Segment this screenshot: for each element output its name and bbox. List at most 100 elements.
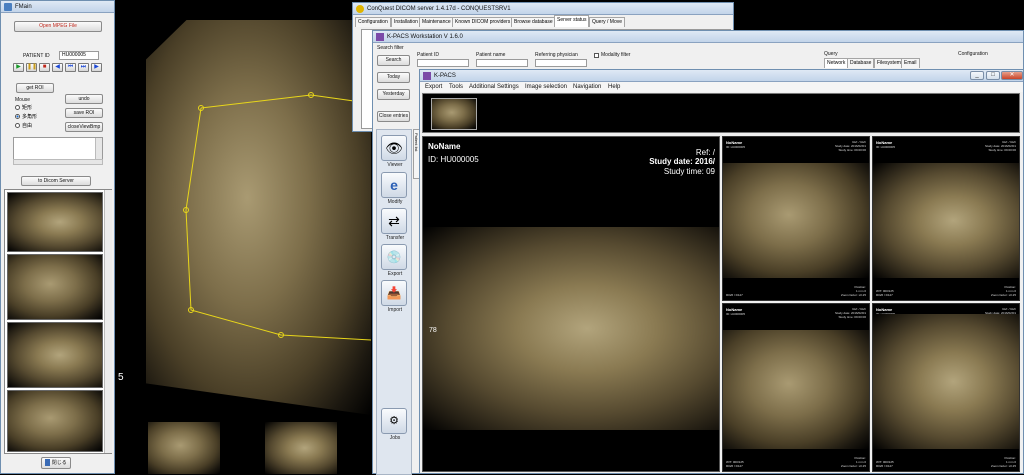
get-roi-button[interactable]: get ROI <box>16 83 54 93</box>
tab-query-move[interactable]: Query / Move <box>589 17 626 27</box>
mouse-option-rect-label: 矩形 <box>22 105 33 111</box>
tile-3-frame: R026 / D127 <box>726 464 743 468</box>
kpacs-menubar: Export Tools Additional Settings Image s… <box>420 82 1023 92</box>
tab-installation[interactable]: Installation <box>391 17 421 27</box>
thumbnail-1[interactable] <box>7 192 103 252</box>
close-view-button[interactable]: closeViewBmp <box>65 122 103 132</box>
kpacs-app-icon <box>423 72 431 80</box>
fmain-app-icon <box>4 3 12 11</box>
tab-configuration[interactable]: Configuration <box>355 17 391 27</box>
menu-additional-settings[interactable]: Additional Settings <box>469 82 519 92</box>
viewer-study-time: Study time: 09 <box>663 167 715 176</box>
viewer-patient-name: NoName <box>428 142 461 151</box>
tile-4-footer-left: W/T: 000/125 R026 / D127 <box>876 460 894 468</box>
bottom-frame-1 <box>148 422 220 474</box>
main-viewer-panel[interactable]: NoName ID: HU000005 Ref: / Study date: 2… <box>422 136 720 472</box>
pause-icon[interactable]: ❚❚ <box>26 63 37 72</box>
conquest-app-icon <box>356 5 364 13</box>
query-tab-filesystem[interactable]: Filesystem <box>874 58 904 68</box>
patient-name-label: Patient name <box>476 52 506 58</box>
search-button[interactable]: Search <box>377 55 410 66</box>
menu-help[interactable]: Help <box>608 82 620 92</box>
tile-2-footer-left: W/T: 000/125 R026 / D127 <box>876 289 894 297</box>
last-icon[interactable]: ⏭ <box>78 63 89 72</box>
mouse-option-polygon[interactable]: 多角形 <box>15 113 37 120</box>
referring-physician-field[interactable] <box>535 59 587 67</box>
close-app-button[interactable]: 閉じる <box>41 457 71 469</box>
query-label: Query <box>824 51 838 57</box>
tile-2-frame: R026 / D127 <box>876 293 893 297</box>
thumbnail-scrollbar[interactable] <box>104 190 112 453</box>
search-filter-label: Search filter <box>377 45 404 51</box>
transfer-label: Transfer <box>385 235 405 241</box>
first-icon[interactable]: ⏮ <box>65 63 76 72</box>
mouse-option-rect[interactable]: 矩形 <box>15 104 32 111</box>
h-scrollbar[interactable] <box>13 159 103 165</box>
save-roi-button[interactable]: save ROI <box>65 108 103 118</box>
patient-id-search-field[interactable] <box>417 59 469 67</box>
stop-icon[interactable]: ■ <box>39 63 50 72</box>
tab-browse-database[interactable]: Browse database <box>511 17 556 27</box>
fmain-window: FMain Open MPEG File PATIENT ID HU000005… <box>0 0 115 474</box>
tile-3-zoom: Zoom factor: x0.25 <box>840 464 866 468</box>
modify-icon[interactable]: e <box>381 172 407 198</box>
jobs-icon[interactable]: ⚙ <box>381 408 407 434</box>
transfer-icon[interactable]: ⇄ <box>381 208 407 234</box>
play-icon[interactable]: ▶ <box>13 63 24 72</box>
menu-tools[interactable]: Tools <box>449 82 463 92</box>
configuration-label: Configuration <box>958 51 988 57</box>
menu-navigation[interactable]: Navigation <box>573 82 601 92</box>
workstation-sidebar: 👁 Viewer e Modify ⇄ Transfer 💿 Export 📥 … <box>376 129 412 475</box>
tile-3-meta: Ref: / Refr Study date: 2016/02/01 Study t… <box>835 307 866 319</box>
yesterday-button[interactable]: Yesterday <box>377 89 410 100</box>
thumbnail-2[interactable] <box>7 254 103 320</box>
workstation-titlebar: K-PACS Workstation V 1.6.0 <box>373 31 1023 43</box>
viewer-icon[interactable]: 👁 <box>381 135 407 161</box>
tile-2-meta: Ref: / Refr Study date: 2016/02/01 Study t… <box>985 140 1016 152</box>
prev-icon[interactable]: ◀ <box>52 63 63 72</box>
tile-2-footer: Position: 1 mm 0 Zoom factor: x0.25 <box>991 285 1016 297</box>
viewer-tile-3[interactable]: NoName ID: HU000005 Ref: / Refr Study dat… <box>722 303 870 472</box>
open-mpeg-button[interactable]: Open MPEG File <box>14 21 102 32</box>
query-tab-email[interactable]: Email <box>901 58 920 68</box>
patient-id-field[interactable]: HU000005 <box>59 51 99 60</box>
tab-server-status[interactable]: Server status <box>554 15 590 27</box>
tab-known-providers[interactable]: Known DICOM providers <box>452 17 514 27</box>
thumbnail-list[interactable] <box>4 189 112 454</box>
viewer-tile-4[interactable]: NoName ID: HU000005 Ref: / RefrStudy dat… <box>872 303 1020 472</box>
to-dicom-server-button[interactable]: to Dicom Server <box>21 176 91 186</box>
minimize-icon[interactable]: _ <box>970 71 984 80</box>
frame-marker: 5 <box>118 372 124 383</box>
thumbnail-3[interactable] <box>7 322 103 388</box>
tile-1-id: ID: HU000005 <box>726 145 746 149</box>
thumbnail-4[interactable] <box>7 390 103 452</box>
modality-filter-checkbox[interactable] <box>594 53 599 58</box>
series-thumbnail[interactable] <box>431 98 477 130</box>
viewer-tile-2[interactable]: NoName ID: HU000005 Ref: / Refr Study dat… <box>872 136 1020 301</box>
fmain-title: FMain <box>15 4 32 10</box>
tab-maintenance[interactable]: Maintenance <box>419 17 454 27</box>
conquest-title: ConQuest DICOM server 1.4.17d - CONQUEST… <box>367 6 511 12</box>
undo-button[interactable]: undo <box>65 94 103 104</box>
next-icon[interactable]: ▶ <box>91 63 102 72</box>
export-icon[interactable]: 💿 <box>381 244 407 270</box>
radio-polygon-dot <box>15 114 20 120</box>
viewer-tile-1[interactable]: NoName ID: HU000005 Ref: / Refr Study dat… <box>722 136 870 301</box>
mouse-option-free[interactable]: 自由 <box>15 122 32 129</box>
today-button[interactable]: Today <box>377 72 410 83</box>
menu-export[interactable]: Export <box>425 82 442 92</box>
menu-image-selection[interactable]: Image selection <box>525 82 567 92</box>
tile-2-study-time: Study time: 09:00:00 <box>988 148 1016 152</box>
query-tab-network[interactable]: Network <box>824 58 849 68</box>
referring-physician-label: Referring physician <box>535 52 578 58</box>
import-label: Import <box>387 307 403 313</box>
tile-1-study-time: Study time: 09:00:00 <box>838 148 866 152</box>
close-icon[interactable]: ✕ <box>1001 71 1023 80</box>
patient-name-field[interactable] <box>476 59 528 67</box>
tile-3-id: ID: HU000005 <box>726 312 746 316</box>
maximize-icon[interactable]: □ <box>986 71 1000 80</box>
query-tab-database[interactable]: Database <box>847 58 875 68</box>
import-icon[interactable]: 📥 <box>381 280 407 306</box>
close-entries-button[interactable]: Close entries <box>377 111 410 122</box>
fmain-titlebar: FMain <box>1 1 114 13</box>
